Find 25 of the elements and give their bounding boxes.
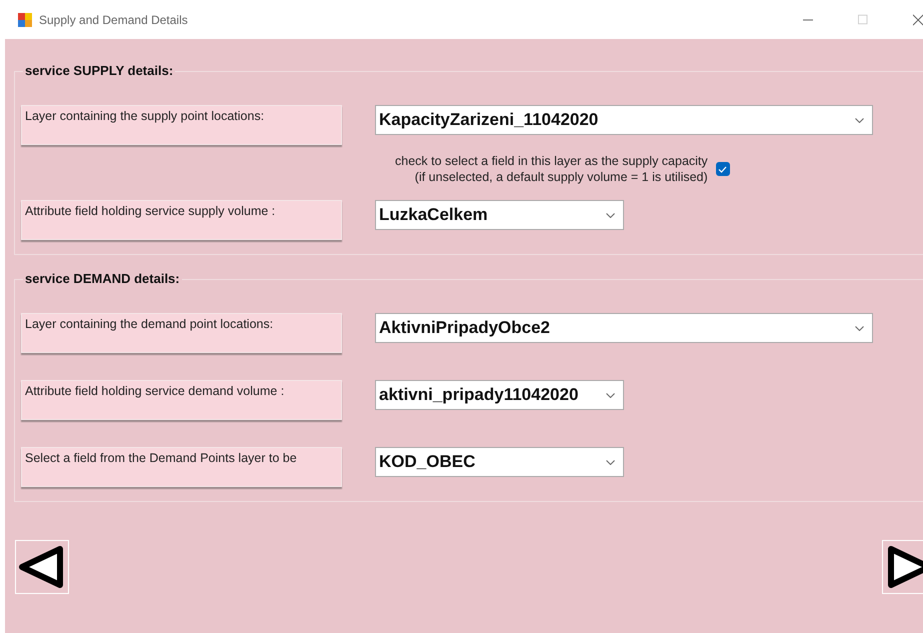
section-title: service DEMAND details: xyxy=(23,271,182,286)
checkmark-icon xyxy=(718,166,728,172)
back-button[interactable] xyxy=(15,540,69,594)
chevron-icon xyxy=(855,118,864,122)
app-icon xyxy=(18,12,32,26)
field-label: Layer containing the demand point locations: xyxy=(21,313,342,353)
next-button[interactable] xyxy=(882,540,923,594)
checkbox[interactable] xyxy=(716,162,730,176)
dropdown[interactable]: KapacityZarizeni_11042020 xyxy=(375,105,873,135)
window-title: Supply and Demand Details xyxy=(39,12,188,26)
field-label: Attribute field holding service demand volume : xyxy=(21,380,342,420)
chevron-icon xyxy=(606,392,615,398)
close-icon[interactable] xyxy=(912,14,923,26)
dropdown[interactable]: AktivniPripadyObce2 xyxy=(375,313,873,343)
field-label: Attribute field holding service supply volume : xyxy=(21,200,342,240)
section-title: service SUPPLY details: xyxy=(23,63,176,78)
chevron-icon xyxy=(606,460,615,464)
checkbox-label: check to select a field in this layer as the supply capacity (if unselected, a default supply volume = 1 is utilised) xyxy=(395,153,708,185)
field-label: Select a field from the Demand Points layer to be xyxy=(21,447,342,487)
field-label: Layer containing the supply point locations: xyxy=(21,105,342,145)
dropdown[interactable]: KOD_OBEC xyxy=(375,447,624,477)
chevron-icon xyxy=(855,326,864,330)
chevron-icon xyxy=(606,212,615,218)
dropdown[interactable]: aktivni_pripady11042020 xyxy=(375,380,624,410)
dropdown[interactable]: LuzkaCelkem xyxy=(375,200,624,230)
